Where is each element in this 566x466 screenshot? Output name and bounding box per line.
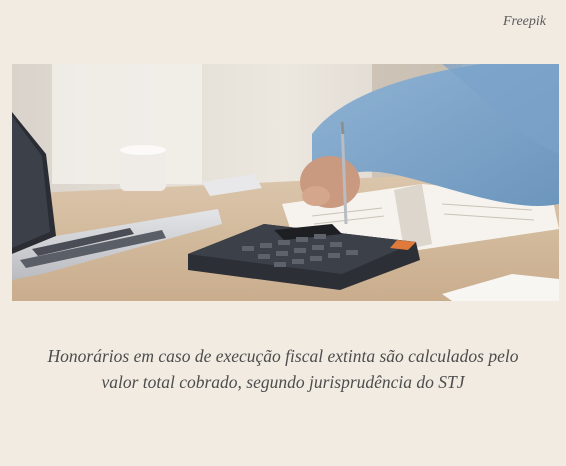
photo-caption: Honorários em caso de execução fiscal ex… (47, 346, 519, 392)
article-figure: Freepik Honorários em caso de execução f… (0, 0, 566, 466)
image-credit: Freepik (502, 14, 546, 29)
article-photo (12, 64, 559, 301)
photo-illustration (12, 64, 559, 301)
